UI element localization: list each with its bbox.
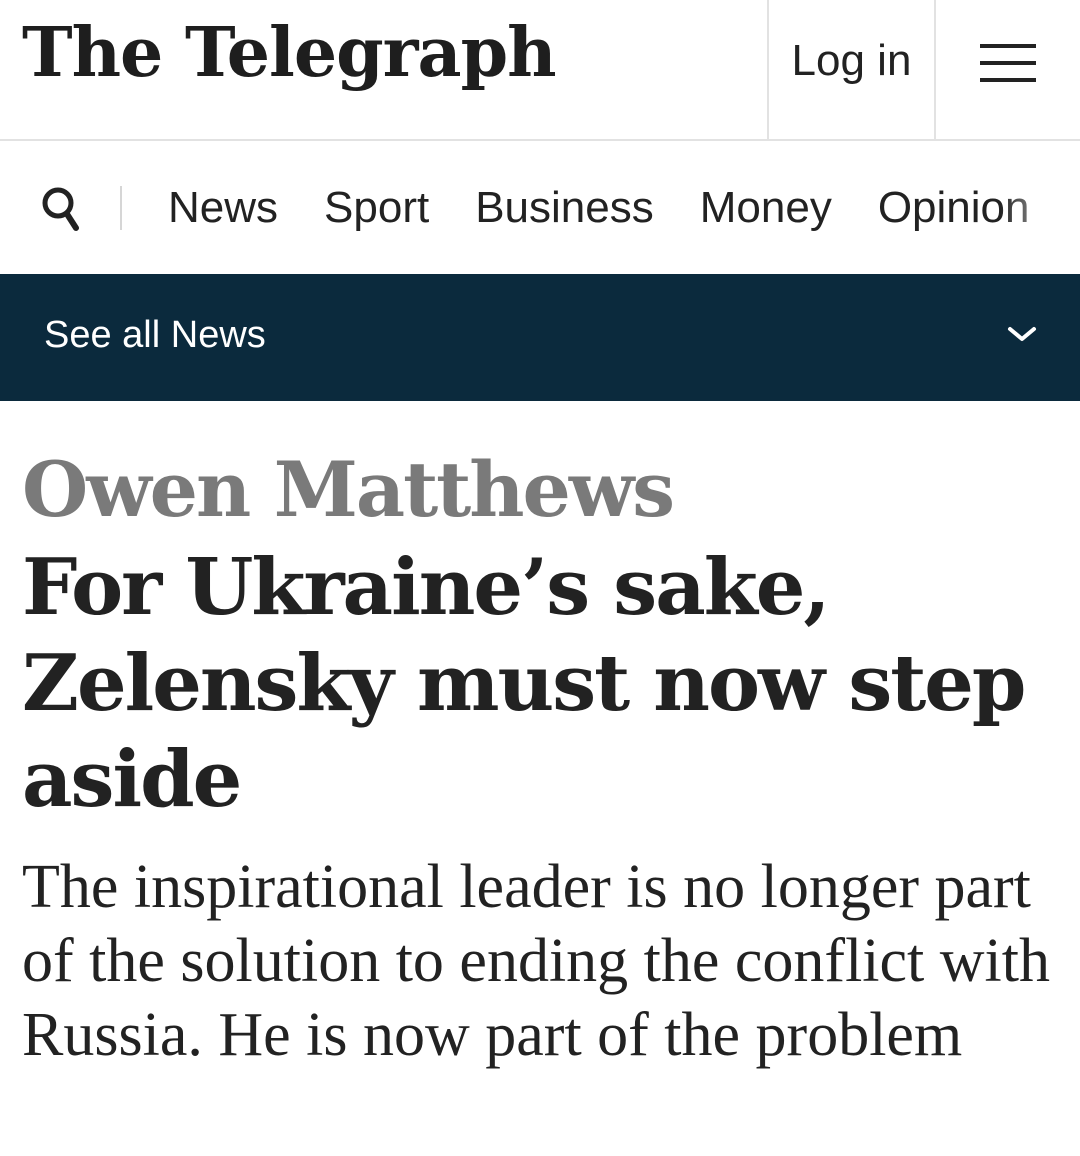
article-standfirst: The inspirational leader is no longer pa… [22, 853, 1050, 1069]
nav-divider [120, 186, 122, 230]
nav-items: News Sport Business Money Opinion [168, 141, 1076, 274]
nav-item-sport[interactable]: Sport [324, 183, 429, 233]
menu-button[interactable] [936, 0, 1080, 139]
see-all-news-bar[interactable]: See all News [0, 274, 1080, 401]
see-all-news-label: See all News [44, 313, 266, 356]
telegraph-logo[interactable]: The Telegraph [22, 16, 557, 91]
site-header: The Telegraph Log in [0, 0, 1080, 141]
login-button[interactable]: Log in [767, 0, 936, 139]
search-icon[interactable] [40, 185, 80, 233]
chevron-down-icon [1008, 327, 1036, 341]
nav-item-business[interactable]: Business [475, 183, 654, 233]
hamburger-menu-icon [980, 43, 1036, 82]
article-headline: For Ukraine’s sake, Zelensky must now st… [22, 542, 1026, 825]
section-nav: News Sport Business Money Opinion [0, 141, 1080, 274]
nav-scroll-fade [1000, 141, 1080, 274]
nav-item-money[interactable]: Money [700, 183, 832, 233]
author-name[interactable]: Owen Matthews [22, 446, 675, 534]
nav-item-news[interactable]: News [168, 183, 278, 233]
